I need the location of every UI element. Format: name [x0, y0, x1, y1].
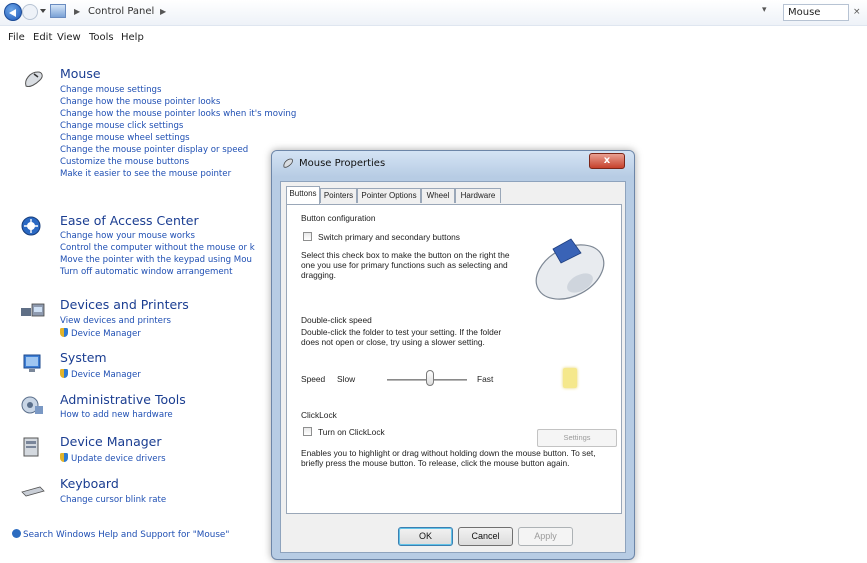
- cancel-button[interactable]: Cancel: [458, 527, 513, 546]
- result-title-devices-printers[interactable]: Devices and Printers: [60, 297, 189, 312]
- clicklock-settings-button[interactable]: Settings: [537, 429, 617, 447]
- devices-printers-icon: [21, 303, 45, 317]
- shield-icon: [60, 369, 68, 378]
- double-click-description: Double-click the folder to test your set…: [301, 327, 502, 347]
- mouse-properties-dialog: Mouse Properties x Buttons Pointers Poin…: [271, 150, 635, 560]
- admin-tools-icon: [21, 396, 43, 414]
- tab-buttons[interactable]: Buttons: [286, 186, 320, 204]
- link-device-manager[interactable]: Device Manager: [60, 328, 141, 339]
- recent-pages-dropdown-icon[interactable]: [40, 9, 46, 13]
- result-title-admin-tools[interactable]: Administrative Tools: [60, 392, 186, 407]
- menu-tools[interactable]: Tools: [89, 32, 114, 43]
- link-label: Update device drivers: [71, 454, 166, 464]
- menu-bar: File Edit View Tools Help: [0, 29, 867, 49]
- mouse-icon: [25, 71, 43, 87]
- link-turn-off-window-arrangement[interactable]: Turn off automatic window arrangement: [60, 267, 233, 277]
- clicklock-heading: ClickLock: [301, 410, 337, 420]
- link-update-device-drivers[interactable]: Update device drivers: [60, 453, 166, 464]
- search-input[interactable]: [783, 4, 849, 21]
- breadcrumb-separator-icon[interactable]: ▶: [74, 7, 80, 16]
- menu-file[interactable]: File: [8, 32, 25, 43]
- system-icon: [23, 354, 41, 372]
- result-title-ease-of-access[interactable]: Ease of Access Center: [60, 213, 199, 228]
- link-pointer-looks-moving[interactable]: Change how the mouse pointer looks when …: [60, 109, 296, 119]
- speed-label: Speed: [301, 374, 326, 384]
- tab-pointers[interactable]: Pointers: [320, 188, 357, 203]
- apply-button[interactable]: Apply: [518, 527, 573, 546]
- device-manager-icon: [23, 437, 39, 457]
- link-add-new-hardware[interactable]: How to add new hardware: [60, 410, 173, 420]
- result-title-device-manager[interactable]: Device Manager: [60, 434, 162, 449]
- ok-button[interactable]: OK: [398, 527, 453, 546]
- link-change-mouse-settings[interactable]: Change mouse settings: [60, 85, 161, 95]
- link-change-pointer-looks[interactable]: Change how the mouse pointer looks: [60, 97, 220, 107]
- help-link-label: Search Windows Help and Support for "Mou…: [23, 530, 230, 540]
- clicklock-label[interactable]: Turn on ClickLock: [318, 427, 385, 437]
- dialog-title: Mouse Properties: [299, 158, 386, 169]
- switch-buttons-label[interactable]: Switch primary and secondary buttons: [318, 232, 460, 242]
- shield-icon: [60, 328, 68, 337]
- link-device-manager[interactable]: Device Manager: [60, 369, 141, 380]
- tab-pointer-options[interactable]: Pointer Options: [357, 188, 421, 203]
- link-easier-see-pointer[interactable]: Make it easier to see the mouse pointer: [60, 169, 231, 179]
- button-config-description: Select this check box to make the button…: [301, 250, 510, 280]
- link-move-pointer-keypad[interactable]: Move the pointer with the keypad using M…: [60, 255, 252, 265]
- address-bar: ▶ Control Panel ▶ ▾ ×: [0, 0, 867, 26]
- double-click-heading: Double-click speed: [301, 315, 372, 325]
- menu-view[interactable]: View: [57, 32, 81, 43]
- buttons-tab-panel: Button configuration Switch primary and …: [286, 204, 622, 514]
- dialog-titlebar[interactable]: Mouse Properties x: [272, 151, 634, 177]
- clicklock-description: Enables you to highlight or drag without…: [301, 448, 596, 468]
- forward-arrow-icon[interactable]: [22, 4, 38, 20]
- link-label: Device Manager: [71, 329, 141, 339]
- button-config-heading: Button configuration: [301, 213, 376, 223]
- back-arrow-icon[interactable]: [4, 3, 22, 21]
- link-label: Device Manager: [71, 370, 141, 380]
- breadcrumb-separator-icon[interactable]: ▶: [160, 7, 166, 16]
- mouse-illustration-icon: [535, 238, 605, 300]
- result-title-mouse[interactable]: Mouse: [60, 66, 101, 81]
- menu-edit[interactable]: Edit: [33, 32, 52, 43]
- clear-search-icon[interactable]: ×: [853, 7, 861, 17]
- folder-icon[interactable]: [563, 368, 577, 388]
- link-pointer-display-speed[interactable]: Change the mouse pointer display or spee…: [60, 145, 248, 155]
- switch-buttons-checkbox[interactable]: [303, 232, 312, 241]
- tab-wheel[interactable]: Wheel: [421, 188, 455, 203]
- link-cursor-blink-rate[interactable]: Change cursor blink rate: [60, 495, 166, 505]
- slider-thumb[interactable]: [426, 370, 434, 386]
- link-change-mouse-works[interactable]: Change how your mouse works: [60, 231, 195, 241]
- fast-label: Fast: [477, 374, 494, 384]
- help-icon: [12, 529, 21, 538]
- breadcrumb-control-panel[interactable]: Control Panel: [88, 6, 154, 17]
- keyboard-icon: [21, 486, 45, 497]
- clicklock-checkbox[interactable]: [303, 427, 312, 436]
- ease-of-access-icon: [21, 216, 41, 236]
- result-title-system[interactable]: System: [60, 350, 107, 365]
- link-customize-buttons[interactable]: Customize the mouse buttons: [60, 157, 189, 167]
- shield-icon: [60, 453, 68, 462]
- help-search-link[interactable]: Search Windows Help and Support for "Mou…: [12, 529, 229, 540]
- menu-help[interactable]: Help: [121, 32, 144, 43]
- mouse-pointer-icon: [283, 158, 293, 168]
- link-view-devices-printers[interactable]: View devices and printers: [60, 316, 171, 326]
- close-button[interactable]: x: [589, 153, 625, 169]
- address-dropdown-icon[interactable]: ▾: [762, 5, 776, 19]
- result-title-keyboard[interactable]: Keyboard: [60, 476, 119, 491]
- tab-hardware[interactable]: Hardware: [455, 188, 501, 203]
- slow-label: Slow: [337, 374, 356, 384]
- link-change-wheel-settings[interactable]: Change mouse wheel settings: [60, 133, 190, 143]
- control-panel-icon: [50, 4, 66, 18]
- link-control-without-mouse[interactable]: Control the computer without the mouse o…: [60, 243, 255, 253]
- link-change-click-settings[interactable]: Change mouse click settings: [60, 121, 183, 131]
